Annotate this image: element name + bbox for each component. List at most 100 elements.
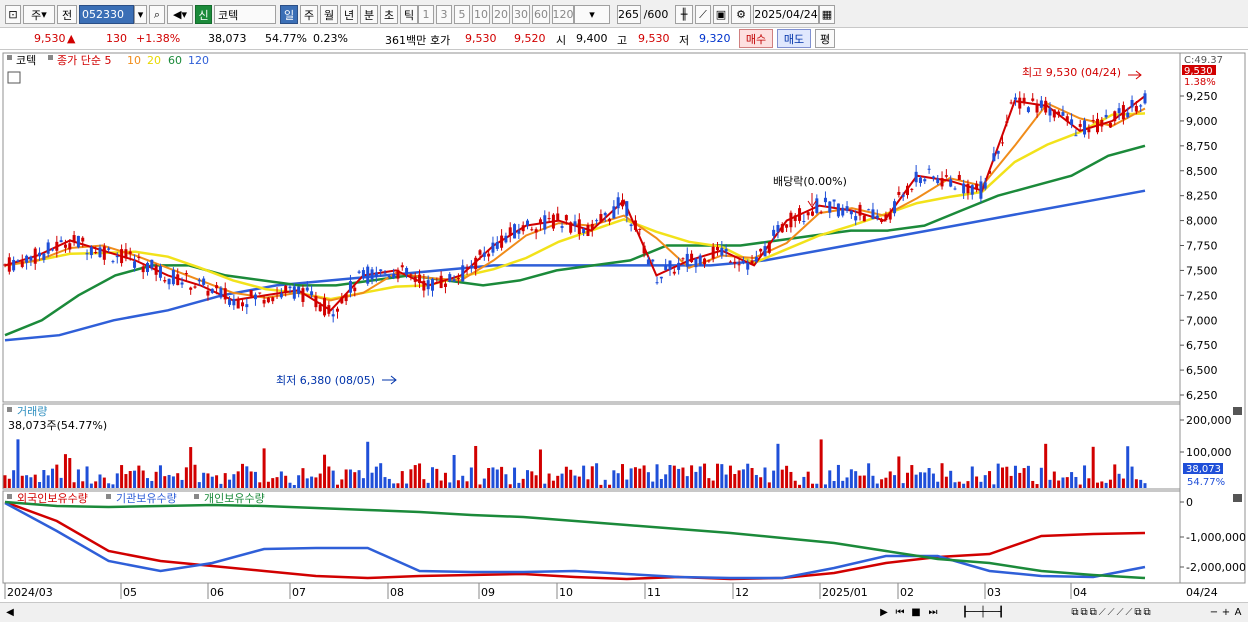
volume-bar (1083, 465, 1087, 488)
volume-bar (668, 464, 672, 488)
volume-bar (63, 454, 67, 488)
first-icon[interactable]: ⏮ (893, 605, 907, 619)
tab-1[interactable]: 주 (300, 5, 318, 24)
volume-bar (526, 470, 529, 488)
candle-body (297, 286, 301, 294)
date-input[interactable]: 2025/04/24 (753, 5, 819, 24)
code-dropdown-icon[interactable]: ▾ (134, 5, 147, 24)
candle-body (409, 274, 413, 276)
tab-4[interactable]: 분 (360, 5, 378, 24)
candle-body (81, 237, 85, 242)
volume-bar (577, 476, 581, 488)
buy-button[interactable]: 매수 (739, 29, 773, 48)
save-icon[interactable]: ▣ (713, 5, 729, 24)
settings-gear-icon[interactable]: ⚙ (731, 5, 751, 24)
candle-body (167, 278, 171, 285)
candle-body (171, 269, 175, 285)
code-input[interactable]: 052330 (79, 5, 134, 24)
volume-bar (931, 473, 935, 488)
candle-body (815, 198, 819, 213)
candle-body (331, 314, 335, 317)
volume-bar (176, 473, 180, 488)
interval-120[interactable]: 120 (552, 5, 574, 24)
chart-type-icon[interactable]: ╫ (675, 5, 693, 24)
scrollbar[interactable]: ◀ ▶ ⏮ ■ ⏭ ┠──┼──┨ ⧉⧉⧉⟋⟋⟋⟋⧉⧉ − + A (0, 602, 1248, 622)
volume-bar (1121, 478, 1125, 488)
eval-button[interactable]: 평 (815, 29, 835, 48)
interval-30[interactable]: 30 (512, 5, 530, 24)
volume-bar (405, 483, 409, 488)
x-tick-label: 07 (292, 586, 306, 599)
candle-body (776, 225, 780, 232)
candle-body (832, 199, 836, 202)
volume-bar (918, 472, 922, 488)
volume-close-icon[interactable] (1233, 407, 1242, 415)
volume-bar (815, 483, 819, 488)
candle-body (677, 262, 681, 270)
candle-body (154, 265, 158, 275)
tab-3[interactable]: 년 (340, 5, 358, 24)
candle-body (862, 215, 866, 222)
stock-chart[interactable]: 9,250 9,000 8,750 8,500 8,250 8,000 7,750 7,500… (0, 51, 1248, 603)
volume-bar (1039, 467, 1043, 488)
volume-bar (228, 479, 232, 488)
volume-bar (646, 472, 650, 488)
calendar-icon[interactable]: ▦ (819, 5, 835, 24)
interval-20[interactable]: 20 (492, 5, 510, 24)
sound-icon[interactable]: ◀▾ (167, 5, 193, 24)
interval-dropdown[interactable]: ▾ (574, 5, 610, 24)
candle-body (63, 244, 67, 248)
volume-bar (482, 478, 486, 488)
volume-bar (716, 463, 719, 488)
candle-body (612, 206, 616, 219)
volume-bar (413, 465, 417, 488)
tab-0[interactable]: 일 (280, 5, 298, 24)
font-icon[interactable]: A (1232, 605, 1244, 619)
interval-3[interactable]: 3 (436, 5, 452, 24)
search-icon[interactable]: ⌕ (149, 5, 165, 24)
volume-bar (845, 477, 849, 488)
tool-icons[interactable]: ⧉⧉⧉⟋⟋⟋⟋⧉⧉ (1022, 605, 1202, 619)
interval-1[interactable]: 1 (418, 5, 434, 24)
zoom-in-icon[interactable]: + (1220, 605, 1232, 619)
interval-5[interactable]: 5 (454, 5, 470, 24)
prev-button[interactable]: 전 (57, 5, 77, 24)
zoom-slider[interactable]: ┠──┼──┨ (948, 605, 1018, 619)
vol-box-text: 38,073 (1186, 464, 1221, 475)
last-icon[interactable]: ⏭ (926, 605, 940, 619)
stop-icon[interactable]: ■ (910, 605, 922, 619)
volume-bar (564, 466, 568, 488)
tab-2[interactable]: 월 (320, 5, 338, 24)
volume-bar (42, 470, 46, 488)
quote-amount: 361백만 (385, 34, 427, 47)
interval-60[interactable]: 60 (532, 5, 550, 24)
scroll-right-icon[interactable]: ▶ (878, 605, 890, 619)
count-input[interactable]: 265 (617, 5, 641, 24)
quote-high: 9,530 (638, 32, 670, 45)
candle-body (785, 224, 789, 228)
tab-5[interactable]: 초 (380, 5, 398, 24)
window-icon[interactable]: ⊡ (5, 5, 21, 24)
table-icon[interactable] (7, 71, 21, 84)
volume-bar (279, 471, 283, 488)
candle-body (469, 265, 473, 268)
interval-10[interactable]: 10 (472, 5, 490, 24)
sell-button[interactable]: 매도 (777, 29, 811, 48)
holding-close-icon[interactable] (1233, 494, 1242, 502)
candle-body (534, 229, 538, 233)
volume-bar (115, 473, 119, 488)
new-button[interactable]: 신 (195, 5, 212, 24)
zoom-out-icon[interactable]: − (1208, 605, 1220, 619)
candle-body (76, 235, 80, 248)
legend-ma-label: 종가 단순 5 (57, 54, 111, 67)
stock-name-field[interactable]: 코텍 (214, 5, 276, 24)
volume-bar (694, 471, 698, 488)
candle-body (426, 280, 430, 290)
scroll-left-icon[interactable]: ◀ (4, 605, 16, 619)
volume-bar (910, 465, 914, 488)
period-select[interactable]: 주 ▾ (23, 5, 55, 24)
quote-arrow: ▲ (67, 32, 76, 45)
tab-6[interactable]: 틱 (400, 5, 418, 24)
draw-icon[interactable]: ⟋ (695, 5, 711, 24)
candle-body (137, 257, 141, 259)
